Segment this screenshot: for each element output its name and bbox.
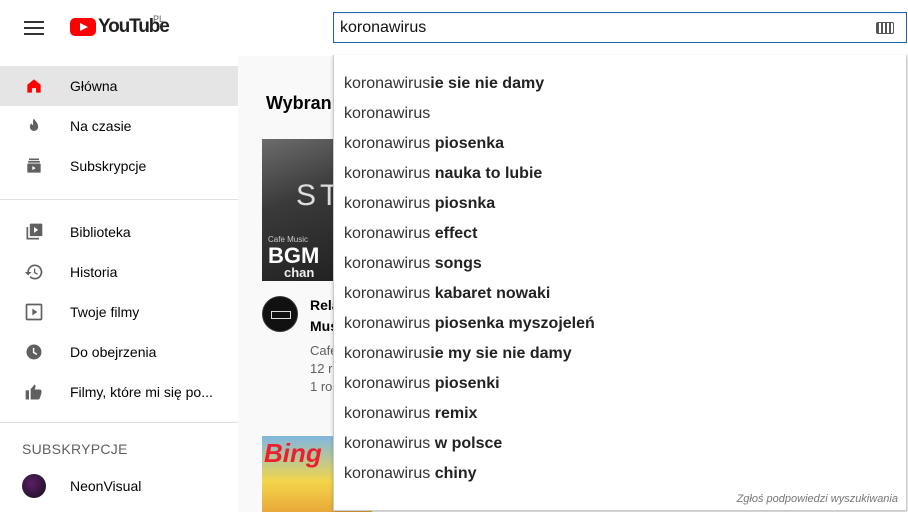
sidebar-item-label: Filmy, które mi się po... bbox=[70, 384, 213, 400]
sidebar-divider bbox=[0, 422, 238, 423]
sidebar-item-label: Historia bbox=[70, 264, 118, 280]
search-suggestion[interactable]: koronawirus w polsce bbox=[334, 429, 906, 459]
sidebar-item-label: Biblioteka bbox=[70, 224, 131, 240]
thumbnail-text: Bing bbox=[264, 438, 322, 468]
search-suggestion[interactable]: koronawirus ie sie nie damy bbox=[334, 69, 906, 99]
search-suggestion[interactable]: koronawirus chiny bbox=[334, 459, 906, 489]
subscriptions-icon bbox=[27, 158, 41, 173]
sidebar-item-label: Główna bbox=[70, 78, 118, 94]
sidebar-item-label: Na czasie bbox=[70, 118, 132, 134]
sidebar: Główna Na czasie Subskrypcje Biblioteka … bbox=[0, 56, 238, 512]
sidebar-item-your-videos[interactable]: Twoje filmy bbox=[0, 292, 238, 332]
sidebar-item-library[interactable]: Biblioteka bbox=[0, 212, 238, 252]
search-suggestion[interactable]: koronawirus bbox=[334, 99, 906, 129]
sidebar-item-history[interactable]: Historia bbox=[0, 252, 238, 292]
section-title: Wybran bbox=[266, 93, 332, 113]
channel-avatar[interactable] bbox=[262, 296, 298, 332]
search-suggestion[interactable]: koronawirus piosenki bbox=[334, 369, 906, 399]
your-videos-icon bbox=[25, 303, 43, 321]
hamburger-menu-icon[interactable] bbox=[22, 16, 46, 40]
history-icon bbox=[24, 264, 43, 280]
video-views: 12 r bbox=[310, 361, 333, 376]
search-box bbox=[333, 12, 907, 43]
sidebar-item-label: Do obejrzenia bbox=[70, 344, 157, 360]
subscriptions-header: SUBSKRYPCJE bbox=[22, 441, 128, 457]
report-suggestions-link[interactable]: Zgłoś podpowiedzi wyszukiwania bbox=[737, 493, 898, 505]
thumbnail-text: chan bbox=[284, 265, 315, 280]
youtube-play-icon bbox=[70, 18, 96, 36]
keyboard-icon[interactable] bbox=[876, 22, 894, 34]
search-suggestion[interactable]: koronawirus piosenka bbox=[334, 129, 906, 159]
thumbs-up-icon bbox=[25, 384, 42, 400]
sidebar-item-watch-later[interactable]: Do obejrzenia bbox=[0, 332, 238, 372]
search-suggestion[interactable]: koronawirus ie my sie nie damy bbox=[334, 339, 906, 369]
sidebar-divider bbox=[0, 199, 238, 200]
sidebar-item-label: Twoje filmy bbox=[70, 304, 140, 320]
sidebar-item-subscriptions[interactable]: Subskrypcje bbox=[0, 146, 238, 186]
search-suggestion[interactable]: koronawirus piosnka bbox=[334, 189, 906, 219]
video-age: 1 ro bbox=[310, 379, 333, 394]
library-icon bbox=[26, 223, 43, 240]
avatar bbox=[22, 474, 46, 498]
sidebar-item-liked[interactable]: Filmy, które mi się po... bbox=[0, 372, 238, 412]
top-bar: YouTube PL bbox=[0, 0, 908, 56]
search-input[interactable] bbox=[340, 17, 860, 39]
search-suggestion[interactable]: koronawirus piosenka myszojeleń bbox=[334, 309, 906, 339]
trending-icon bbox=[29, 118, 39, 131]
sidebar-subscription-neonvisual[interactable]: NeonVisual bbox=[0, 466, 238, 506]
sidebar-item-trending[interactable]: Na czasie bbox=[0, 106, 238, 146]
logo-region: PL bbox=[153, 14, 165, 24]
search-suggestion[interactable]: koronawirus nauka to lubie bbox=[334, 159, 906, 189]
sidebar-item-label: NeonVisual bbox=[70, 478, 142, 494]
sidebar-item-label: Subskrypcje bbox=[70, 158, 147, 174]
search-suggestion[interactable]: koronawirus remix bbox=[334, 399, 906, 429]
home-icon bbox=[27, 79, 41, 93]
search-suggestions-dropdown: koronawirus ie sie nie damy koronawirus k… bbox=[333, 55, 907, 511]
watch-later-icon bbox=[26, 344, 42, 360]
sidebar-item-home[interactable]: Główna bbox=[0, 66, 238, 106]
search-suggestion[interactable]: koronawirus effect bbox=[334, 219, 906, 249]
search-suggestion[interactable]: koronawirus kabaret nowaki bbox=[334, 279, 906, 309]
search-suggestion[interactable]: koronawirus songs bbox=[334, 249, 906, 279]
